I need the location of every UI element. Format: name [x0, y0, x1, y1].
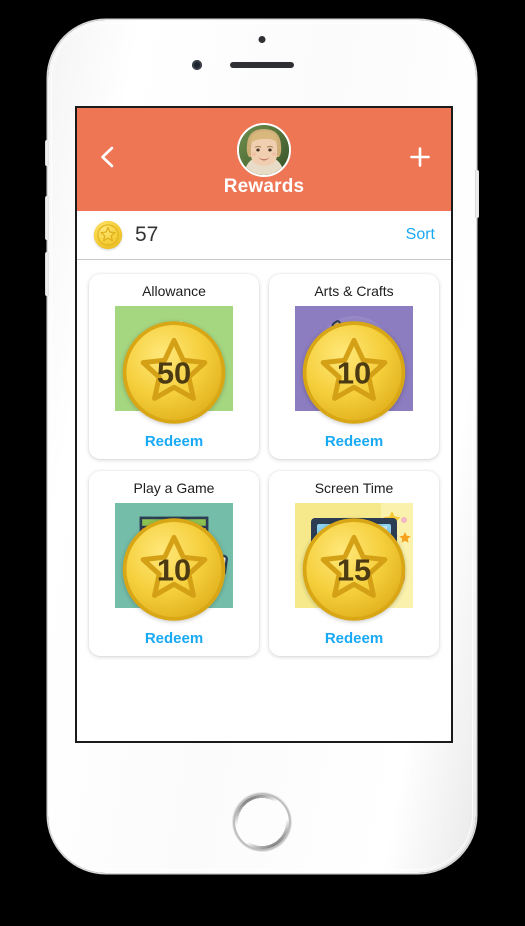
reward-title: Arts & Crafts	[314, 283, 394, 299]
chevron-left-icon	[101, 146, 114, 168]
reward-card-arts-crafts[interactable]: Arts & Crafts 10 Redeem	[269, 274, 439, 459]
reward-art: 50	[115, 306, 233, 424]
app-header: Rewards	[77, 108, 451, 211]
back-button[interactable]	[95, 144, 121, 170]
cost-value: 15	[337, 552, 371, 587]
redeem-button[interactable]: Redeem	[145, 433, 203, 450]
points-value: 57	[135, 223, 159, 246]
cost-value: 10	[157, 552, 191, 587]
avatar[interactable]	[237, 123, 291, 177]
star-coin-icon	[93, 220, 123, 250]
silent-switch-button[interactable]	[45, 140, 49, 166]
cost-badge: 10	[302, 321, 406, 424]
reward-card-play-a-game[interactable]: Play a Game 10 Redeem	[89, 471, 259, 656]
cost-badge: 15	[302, 518, 406, 621]
phone-screen: Rewards 57 Sort Allowance 50 Redeem Arts…	[75, 106, 453, 743]
reward-art: 10	[115, 503, 233, 621]
redeem-button[interactable]: Redeem	[145, 630, 203, 647]
reward-art: 15	[295, 503, 413, 621]
reward-art: 10	[295, 306, 413, 424]
volume-down-button[interactable]	[45, 252, 49, 296]
reward-title: Play a Game	[133, 480, 215, 496]
reward-title: Screen Time	[314, 480, 394, 496]
volume-up-button[interactable]	[45, 196, 49, 240]
home-button[interactable]	[233, 793, 291, 851]
cost-badge: 10	[122, 518, 226, 621]
proximity-sensor-icon	[258, 36, 266, 43]
reward-card-allowance[interactable]: Allowance 50 Redeem	[89, 274, 259, 459]
front-camera-icon	[192, 60, 202, 70]
power-button[interactable]	[475, 170, 479, 218]
phone-device: Rewards 57 Sort Allowance 50 Redeem Arts…	[45, 20, 479, 873]
sort-button[interactable]: Sort	[406, 226, 435, 244]
reward-card-screen-time[interactable]: Screen Time 15 Redeem	[269, 471, 439, 656]
cost-value: 10	[337, 355, 371, 390]
plus-icon	[410, 147, 430, 167]
redeem-button[interactable]: Redeem	[325, 433, 383, 450]
redeem-button[interactable]: Redeem	[325, 630, 383, 647]
avatar-photo	[239, 125, 289, 175]
cost-badge: 50	[122, 321, 226, 424]
rewards-grid: Allowance 50 Redeem Arts & Crafts 10 Red…	[77, 260, 451, 670]
page-title: Rewards	[223, 176, 305, 197]
points-bar: 57 Sort	[77, 211, 451, 260]
cost-value: 50	[157, 355, 191, 390]
add-reward-button[interactable]	[407, 144, 433, 170]
reward-title: Allowance	[142, 283, 206, 299]
earpiece-speaker	[230, 62, 294, 68]
